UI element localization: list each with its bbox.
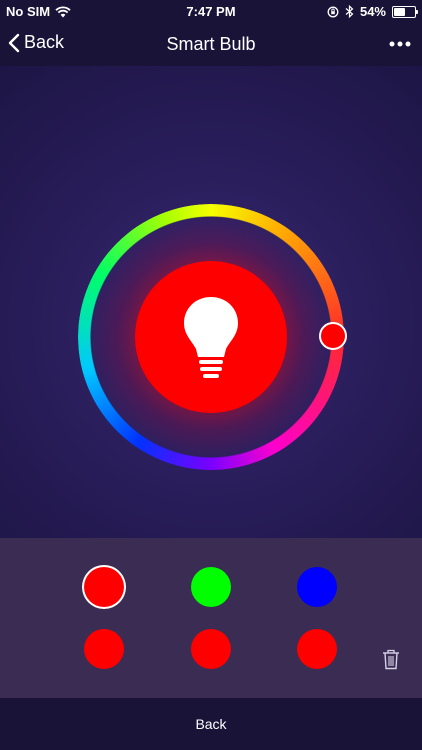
preset-color-6[interactable] [297,629,337,669]
preset-color-4[interactable] [84,629,124,669]
page-title: Smart Bulb [166,34,256,54]
bluetooth-icon [345,5,354,18]
preset-color-1[interactable] [84,567,124,607]
color-picker-handle[interactable] [319,322,347,350]
nav-bar: Back Smart Bulb [0,22,422,66]
battery-fill [394,7,405,16]
more-button[interactable] [388,32,412,56]
battery-icon [392,5,418,18]
delete-preset-button[interactable] [381,648,403,670]
preset-color-3[interactable] [297,567,337,607]
color-picker-area [0,66,422,538]
rotation-lock-icon [327,6,339,17]
lightbulb-icon [184,297,238,378]
bulb-toggle-button[interactable] [135,261,287,413]
bottom-bar: Back [0,698,422,750]
preset-colors-panel [0,538,422,698]
battery-percent: 54% [359,4,386,19]
preset-color-5[interactable] [191,629,231,669]
preset-color-2[interactable] [191,567,231,607]
color-wheel-container [78,204,347,470]
more-dots-icon [389,41,411,47]
status-bar: No SIM 7:47 PM 54% [0,0,422,22]
bottom-back-button[interactable]: Back [0,716,422,732]
trash-icon [383,649,399,670]
status-right: 54% [327,4,418,19]
